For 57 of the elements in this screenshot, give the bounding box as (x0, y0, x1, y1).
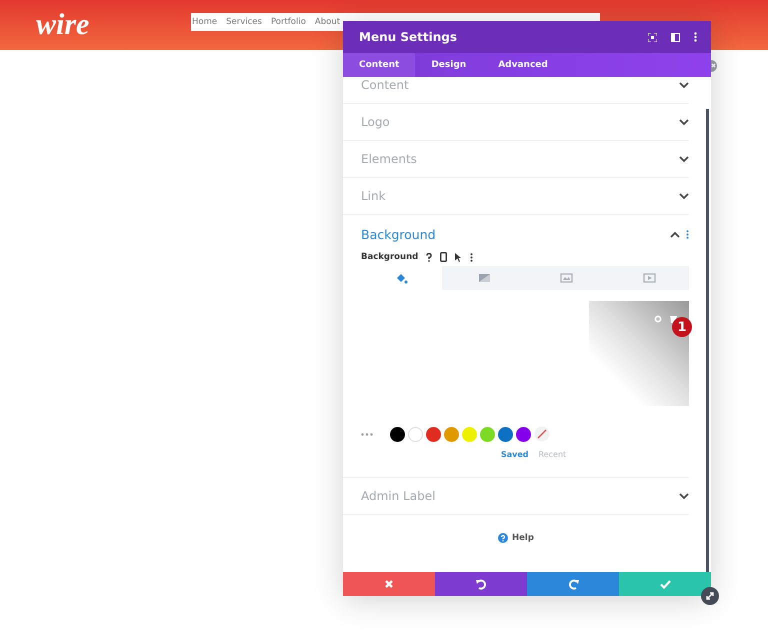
close-icon (384, 579, 394, 589)
color-swatch[interactable] (462, 426, 477, 442)
more-icon[interactable] (470, 252, 474, 262)
scrollbar[interactable] (706, 109, 709, 572)
palette-tab[interactable]: Recent (538, 450, 566, 459)
gradient-icon (476, 271, 491, 285)
collapse-icon[interactable] (670, 231, 680, 238)
section-title: Elements (361, 152, 417, 166)
sidebar-icon[interactable] (671, 32, 680, 42)
color-swatch[interactable] (390, 426, 405, 442)
section-title: Content (361, 78, 409, 92)
nav-link[interactable]: Services (226, 17, 262, 27)
color-swatch[interactable] (426, 426, 441, 442)
cursor-icon[interactable] (455, 252, 462, 262)
color-swatch[interactable] (408, 426, 423, 442)
field-label: Background (361, 252, 418, 262)
expand-icon[interactable] (679, 192, 689, 200)
panel-title: Menu Settings (359, 30, 458, 44)
section-header[interactable]: Logo (343, 104, 689, 141)
section-header[interactable]: Content (343, 77, 689, 104)
expand-icon[interactable] (679, 492, 689, 500)
phone-icon[interactable] (440, 252, 448, 262)
save-button[interactable] (619, 572, 711, 596)
resize-handle[interactable] (701, 587, 719, 605)
section-title: Admin Label (361, 489, 436, 503)
expand-icon[interactable] (679, 118, 689, 126)
help-icon[interactable] (426, 252, 432, 262)
redo-icon (568, 578, 578, 590)
color-swatch[interactable] (444, 426, 459, 442)
section-title: Logo (361, 115, 390, 129)
section-header[interactable]: Link (343, 178, 689, 215)
nav-link[interactable]: Home (192, 17, 218, 27)
play-icon (642, 271, 656, 285)
expand-icon[interactable] (679, 82, 689, 88)
color-swatch[interactable] (498, 426, 513, 442)
section-header[interactable]: Admin Label (343, 478, 689, 515)
trash-icon[interactable] (670, 315, 677, 323)
logo[interactable]: wire (36, 8, 191, 42)
tab[interactable]: Advanced (482, 53, 564, 77)
nav-link[interactable]: Portfolio (270, 17, 306, 27)
section-title: Link (361, 189, 386, 203)
tab[interactable]: Design (415, 53, 482, 77)
color-swatch[interactable] (516, 426, 531, 442)
nav-link[interactable]: About (314, 17, 340, 27)
undo-icon (476, 578, 486, 590)
check-icon (660, 580, 670, 588)
fullscreen-icon[interactable] (648, 32, 657, 42)
no-color-icon[interactable] (534, 426, 550, 442)
section-header[interactable]: Elements (343, 141, 689, 178)
more-icon[interactable] (694, 32, 697, 42)
image-icon (559, 271, 574, 285)
tab[interactable]: Content (343, 53, 416, 77)
help-link[interactable]: Help (512, 533, 534, 543)
color-swatch[interactable] (480, 426, 495, 442)
section-title[interactable]: Background (361, 227, 436, 242)
palette-tab[interactable]: Saved (501, 450, 529, 459)
expand-icon[interactable] (679, 156, 689, 162)
